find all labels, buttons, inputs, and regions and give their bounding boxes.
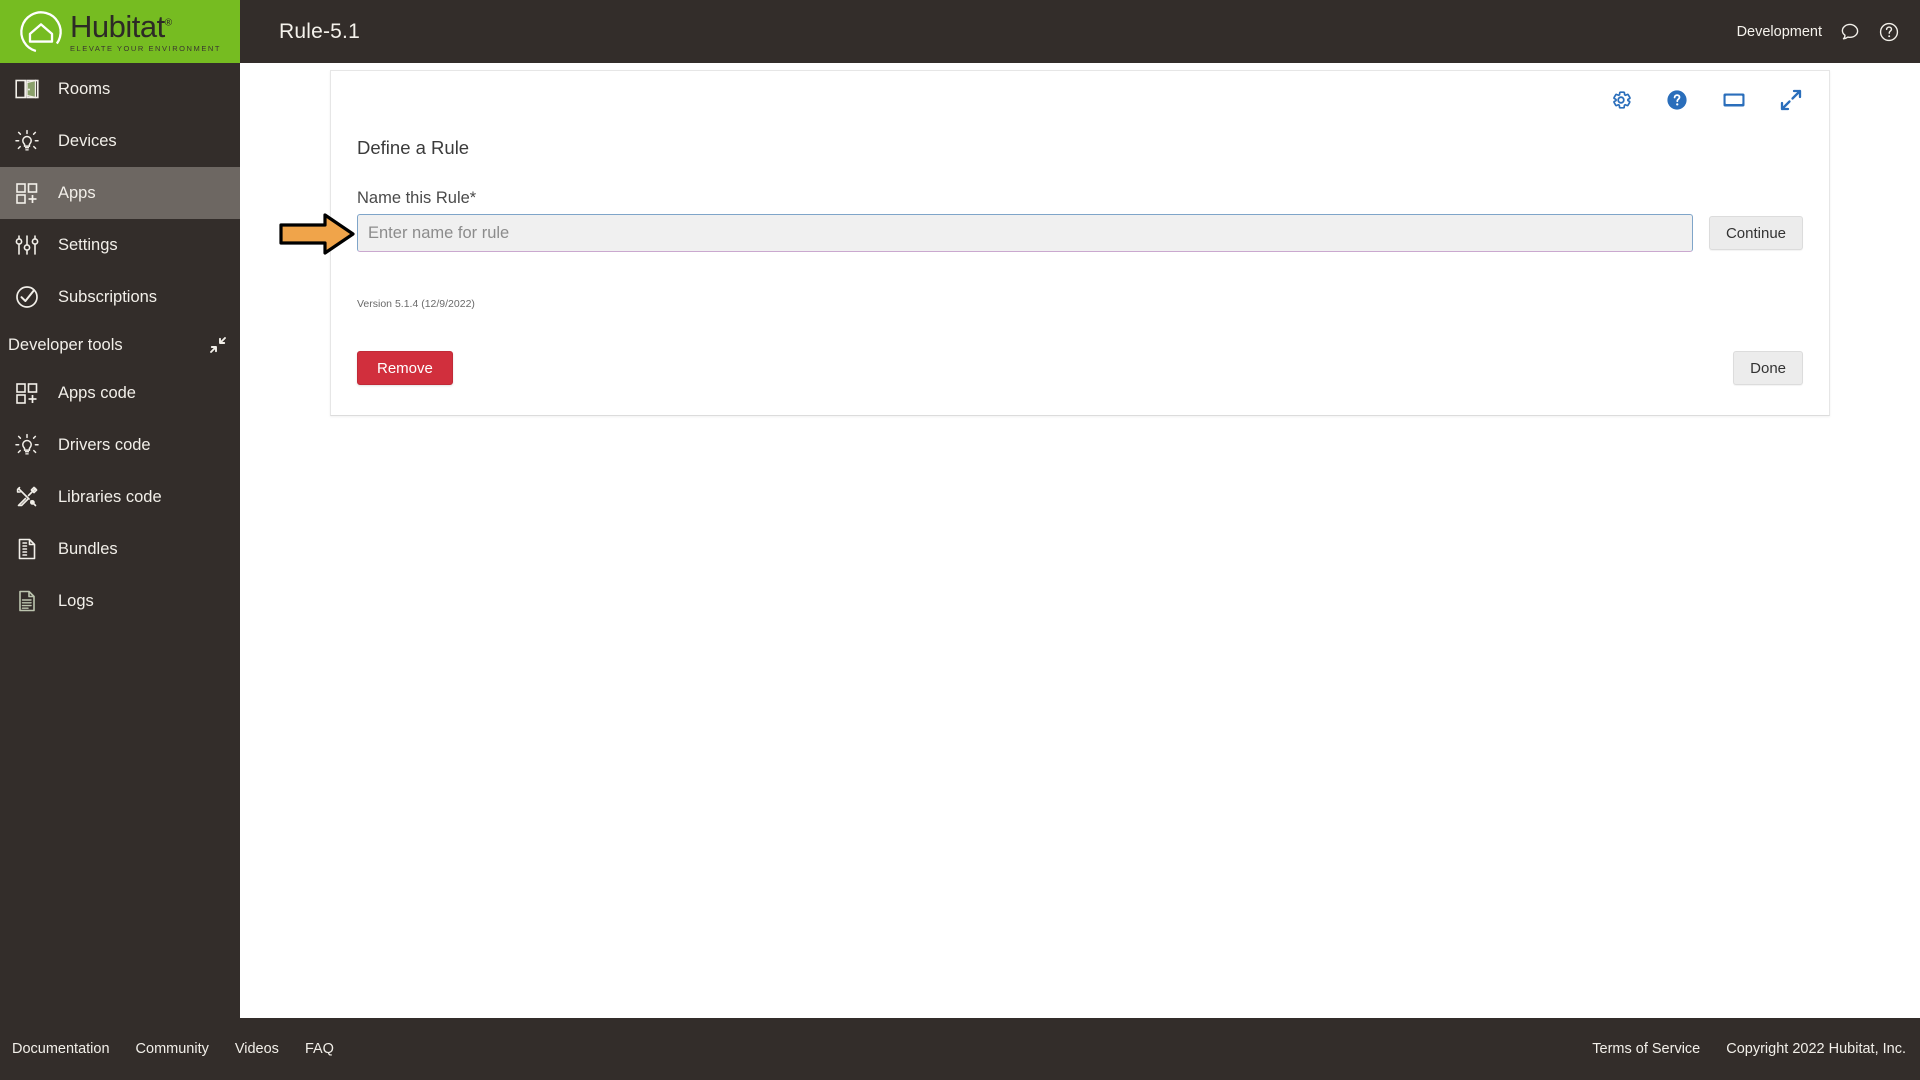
version-text: Version 5.1.4 (12/9/2022) bbox=[357, 298, 475, 310]
sidebar-item-label: Drivers code bbox=[58, 435, 151, 454]
footer-links: Documentation Community Videos FAQ bbox=[12, 1041, 334, 1057]
apps-grid-icon bbox=[10, 379, 44, 407]
rule-name-input[interactable] bbox=[357, 214, 1693, 252]
brand-logo[interactable]: Hubitat® ELEVATE YOUR ENVIRONMENT bbox=[0, 0, 240, 63]
card-footer: Remove Done bbox=[331, 351, 1829, 415]
sliders-icon bbox=[10, 231, 44, 259]
gear-icon[interactable] bbox=[1609, 88, 1633, 117]
developer-tools-section-header: Developer tools bbox=[0, 323, 240, 367]
define-rule-card: Define a Rule Name this Rule* Continue V… bbox=[279, 70, 1830, 416]
sidebar-item-rooms[interactable]: Rooms bbox=[0, 63, 240, 115]
card-body: Define a Rule Name this Rule* Continue V… bbox=[279, 117, 1829, 310]
help-circle-icon[interactable] bbox=[1665, 88, 1689, 117]
continue-button[interactable]: Continue bbox=[1708, 216, 1803, 250]
sidebar-item-label: Settings bbox=[58, 235, 118, 254]
apps-grid-icon bbox=[10, 179, 44, 207]
top-bar: Rule-5.1 Development bbox=[240, 0, 1920, 63]
footer-link-terms-of-service[interactable]: Terms of Service bbox=[1592, 1041, 1700, 1057]
page-footer: Documentation Community Videos FAQ Terms… bbox=[0, 1018, 1920, 1080]
sidebar-item-apps-code[interactable]: Apps code bbox=[0, 367, 240, 419]
footer-link-faq[interactable]: FAQ bbox=[305, 1041, 334, 1057]
sidebar-item-label: Logs bbox=[58, 591, 94, 610]
sidebar-item-subscriptions[interactable]: Subscriptions bbox=[0, 271, 240, 323]
developer-tools-label: Developer tools bbox=[8, 335, 123, 354]
remove-button[interactable]: Remove bbox=[357, 351, 453, 385]
main-content: Define a Rule Name this Rule* Continue V… bbox=[240, 63, 1920, 1018]
device-bulb-icon bbox=[10, 127, 44, 155]
app-root: Hubitat® ELEVATE YOUR ENVIRONMENT Rooms bbox=[0, 0, 1920, 1080]
display-monitor-icon[interactable] bbox=[1721, 88, 1747, 117]
sidebar-item-label: Rooms bbox=[58, 79, 111, 98]
sidebar-item-settings[interactable]: Settings bbox=[0, 219, 240, 271]
sidebar-item-label: Subscriptions bbox=[58, 287, 158, 306]
environment-label: Development bbox=[1736, 23, 1822, 40]
sidebar-item-label: Bundles bbox=[58, 539, 118, 558]
collapse-arrows-icon[interactable] bbox=[208, 335, 228, 355]
sidebar-item-label: Libraries code bbox=[58, 487, 162, 506]
top-bar-right-group: Development bbox=[1737, 21, 1900, 43]
trademark-symbol: ® bbox=[164, 17, 172, 29]
rule-name-label: Name this Rule* bbox=[357, 189, 477, 207]
footer-link-documentation[interactable]: Documentation bbox=[12, 1041, 110, 1057]
rooms-icon bbox=[10, 75, 44, 103]
sidebar-item-label: Apps code bbox=[58, 383, 136, 402]
sidebar-item-libraries-code[interactable]: Libraries code bbox=[0, 471, 240, 523]
rule-name-input-row: Continue bbox=[357, 214, 1803, 252]
sidebar-item-bundles[interactable]: Bundles bbox=[0, 523, 240, 575]
zip-file-icon bbox=[10, 535, 44, 563]
page-title: Rule-5.1 bbox=[279, 19, 360, 43]
brand-name: Hubitat® bbox=[70, 8, 172, 44]
orange-right-arrow-annotation bbox=[279, 213, 355, 255]
help-circle-icon[interactable] bbox=[1878, 21, 1900, 43]
footer-link-community[interactable]: Community bbox=[136, 1041, 209, 1057]
chat-bubble-icon[interactable] bbox=[1839, 21, 1861, 43]
card-title: Define a Rule bbox=[357, 137, 470, 158]
footer-copyright: Copyright 2022 Hubitat, Inc. bbox=[1726, 1041, 1906, 1057]
done-button[interactable]: Done bbox=[1733, 351, 1803, 385]
sidebar-item-drivers-code[interactable]: Drivers code bbox=[0, 419, 240, 471]
sidebar-item-devices[interactable]: Devices bbox=[0, 115, 240, 167]
brand-tagline: ELEVATE YOUR ENVIRONMENT bbox=[70, 43, 221, 53]
sidebar-item-label: Devices bbox=[58, 131, 117, 150]
tools-icon bbox=[10, 483, 44, 511]
document-lines-icon bbox=[10, 587, 44, 615]
footer-legal: Terms of Service Copyright 2022 Hubitat,… bbox=[1592, 1041, 1906, 1057]
sidebar-item-apps[interactable]: Apps bbox=[0, 167, 240, 219]
sidebar: Hubitat® ELEVATE YOUR ENVIRONMENT Rooms bbox=[0, 0, 240, 1080]
device-bulb-icon bbox=[10, 431, 44, 459]
hubitat-house-logo-icon bbox=[18, 9, 64, 55]
sidebar-item-logs[interactable]: Logs bbox=[0, 575, 240, 627]
sidebar-nav: Rooms Devices Apps Settings Subscription… bbox=[0, 63, 240, 627]
rule-name-form: Name this Rule* Continue Version 5.1.4 (… bbox=[279, 189, 1803, 310]
sidebar-item-label: Apps bbox=[58, 183, 96, 202]
check-circle-icon bbox=[10, 283, 44, 311]
expand-arrows-icon[interactable] bbox=[1779, 88, 1803, 117]
card-toolbar bbox=[331, 71, 1829, 117]
footer-link-videos[interactable]: Videos bbox=[235, 1041, 279, 1057]
